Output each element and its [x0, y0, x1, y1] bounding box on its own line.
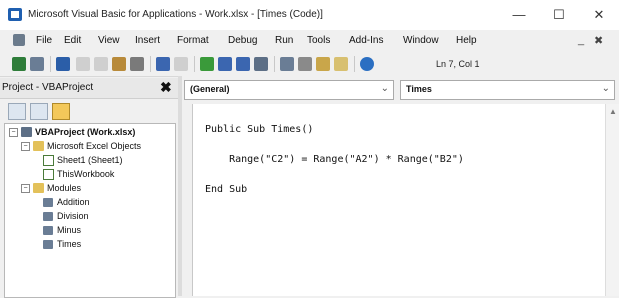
project-explorer-header: Project - VBAProject ✖	[0, 78, 178, 99]
minimize-button[interactable]: —	[500, 4, 538, 26]
project-explorer-icon[interactable]	[280, 57, 294, 71]
tree-item-thisworkbook[interactable]: ThisWorkbook	[57, 169, 114, 179]
tree-item-modules[interactable]: Modules	[47, 183, 81, 193]
object-combo-value: (General)	[190, 84, 230, 94]
reset-icon[interactable]	[236, 57, 250, 71]
code-line: Range("C2") = Range("A2") * Range("B2")	[205, 154, 464, 165]
folder-icon	[33, 183, 44, 193]
menu-help[interactable]: Help	[456, 35, 477, 46]
chevron-down-icon: ⌄	[601, 83, 610, 94]
cut-icon[interactable]	[76, 57, 90, 71]
redo-icon[interactable]	[174, 57, 188, 71]
menu-file[interactable]: File	[36, 35, 52, 46]
project-explorer-close-button[interactable]: ✖	[160, 79, 172, 96]
toolbar-separator	[354, 56, 355, 72]
scroll-up-icon[interactable]: ▲	[609, 107, 617, 116]
menu-window[interactable]: Window	[403, 35, 439, 46]
module-icon	[43, 198, 53, 207]
object-browser-icon[interactable]	[316, 57, 330, 71]
code-line: Public Sub Times()	[205, 124, 314, 135]
break-icon[interactable]	[218, 57, 232, 71]
mdi-close-button[interactable]: ✖	[594, 34, 603, 47]
tree-collapse-icon[interactable]: −	[21, 184, 30, 193]
project-explorer-title: Project - VBAProject	[2, 82, 94, 93]
view-object-icon[interactable]	[30, 103, 48, 120]
menu-tools[interactable]: Tools	[307, 35, 330, 46]
copy-icon[interactable]	[94, 57, 108, 71]
procedure-combo-value: Times	[406, 84, 432, 94]
insert-module-icon[interactable]	[30, 57, 44, 71]
menu-excel-icon[interactable]	[13, 34, 25, 46]
workbook-icon	[43, 169, 54, 180]
project-tree: − VBAProject (Work.xlsx) − Microsoft Exc…	[4, 123, 176, 298]
procedure-combo[interactable]: Times ⌄	[400, 80, 615, 100]
design-mode-icon[interactable]	[254, 57, 268, 71]
menu-addins[interactable]: Add-Ins	[349, 35, 383, 46]
title-bar: Microsoft Visual Basic for Applications …	[0, 0, 619, 30]
vbaproject-icon	[21, 127, 32, 137]
code-window: (General) ⌄ Times ⌄ Public Sub Times() R…	[182, 76, 619, 296]
tree-item-module[interactable]: Addition	[57, 197, 90, 207]
code-editor[interactable]: Public Sub Times() Range("C2") = Range("…	[192, 104, 606, 296]
toolbar-separator	[274, 56, 275, 72]
project-explorer-toolbar	[0, 99, 178, 123]
maximize-button[interactable]: ☐	[540, 4, 578, 26]
toolbar-separator	[194, 56, 195, 72]
menu-insert[interactable]: Insert	[135, 35, 160, 46]
vba-app-icon	[8, 8, 22, 21]
module-icon	[43, 212, 53, 221]
toggle-folders-icon[interactable]	[52, 103, 70, 120]
tree-collapse-icon[interactable]: −	[9, 128, 18, 137]
menu-format[interactable]: Format	[177, 35, 209, 46]
mdi-minimize-button[interactable]: _	[578, 34, 584, 46]
properties-window-icon[interactable]	[298, 57, 312, 71]
cursor-position-status: Ln 7, Col 1	[436, 59, 480, 69]
toolbox-icon[interactable]	[334, 57, 348, 71]
menu-view[interactable]: View	[98, 35, 120, 46]
code-line: End Sub	[205, 184, 248, 195]
find-icon[interactable]	[130, 57, 144, 71]
toolbar-separator	[50, 56, 51, 72]
folder-icon	[33, 141, 44, 151]
module-icon	[43, 240, 53, 249]
tree-collapse-icon[interactable]: −	[21, 142, 30, 151]
paste-icon[interactable]	[112, 57, 126, 71]
run-icon[interactable]	[200, 57, 214, 71]
save-icon[interactable]	[56, 57, 70, 71]
view-code-icon[interactable]	[8, 103, 26, 120]
menu-run[interactable]: Run	[275, 35, 293, 46]
menu-edit[interactable]: Edit	[64, 35, 81, 46]
standard-toolbar: Ln 7, Col 1	[0, 52, 619, 77]
toolbar-separator	[150, 56, 151, 72]
chevron-down-icon: ⌄	[380, 83, 389, 94]
tree-item-vbaproject[interactable]: VBAProject (Work.xlsx)	[35, 127, 135, 137]
vertical-scrollbar[interactable]: ▲	[605, 104, 619, 296]
close-button[interactable]: ✕	[580, 4, 618, 26]
help-icon[interactable]	[360, 57, 374, 71]
tree-item-excel-objects[interactable]: Microsoft Excel Objects	[47, 141, 141, 151]
undo-icon[interactable]	[156, 57, 170, 71]
tree-item-module[interactable]: Division	[57, 211, 89, 221]
object-combo[interactable]: (General) ⌄	[184, 80, 394, 100]
tree-item-module[interactable]: Minus	[57, 225, 81, 235]
tree-item-module[interactable]: Times	[57, 239, 81, 249]
tree-item-sheet1[interactable]: Sheet1 (Sheet1)	[57, 155, 123, 165]
menu-debug[interactable]: Debug	[228, 35, 257, 46]
module-icon	[43, 226, 53, 235]
worksheet-icon	[43, 155, 54, 166]
window-title: Microsoft Visual Basic for Applications …	[28, 9, 323, 20]
view-excel-icon[interactable]	[12, 57, 26, 71]
